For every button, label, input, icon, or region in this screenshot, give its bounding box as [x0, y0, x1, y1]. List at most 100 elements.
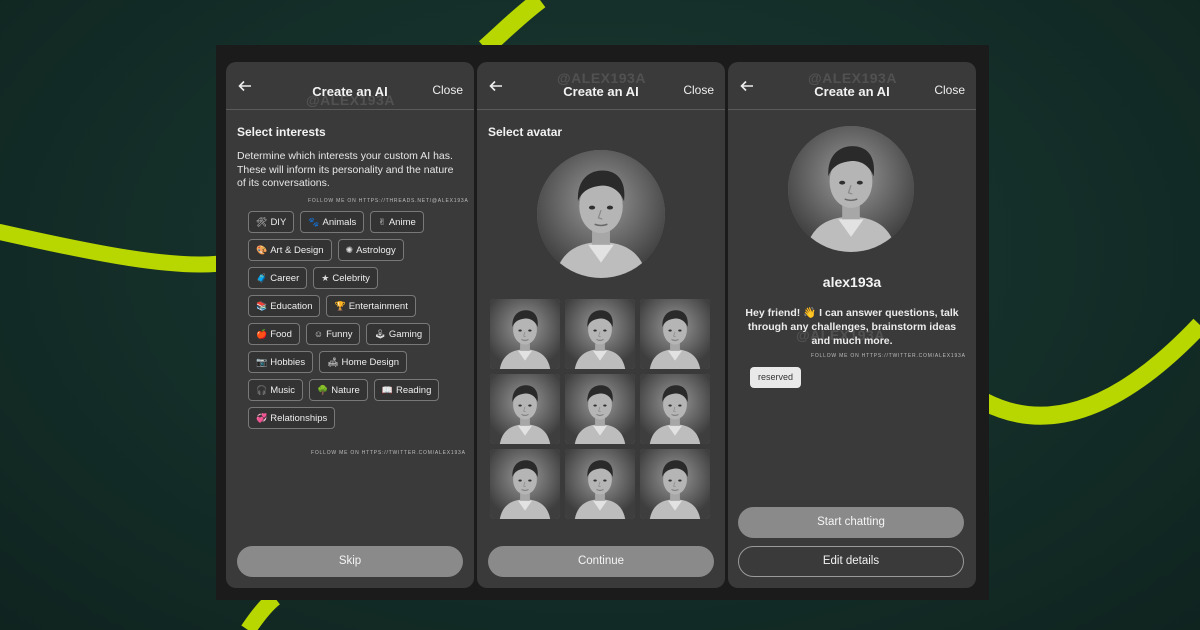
interest-chip[interactable]: 💞 Relationships: [248, 407, 336, 429]
selected-avatar: [537, 150, 665, 278]
interest-icon: 🛠: [256, 216, 268, 227]
follow-note-bottom: FOLLOW ME ON HTTPS://TWITTER.COM/ALEX193…: [311, 450, 466, 456]
interest-chip[interactable]: ☺ Funny: [305, 323, 361, 345]
interest-label: Education: [270, 300, 313, 312]
interest-icon: 🕹: [374, 328, 386, 339]
interest-icon: 🎧: [256, 384, 268, 395]
interest-chip[interactable]: 🎨 Art & Design: [248, 239, 332, 261]
interest-label: Gaming: [388, 328, 423, 340]
interest-chip[interactable]: 📖 Reading: [373, 379, 440, 401]
section-title: Select avatar: [488, 125, 563, 139]
interest-chip[interactable]: 📷 Hobbies: [248, 351, 314, 373]
interest-chip[interactable]: 🧳 Career: [248, 267, 308, 289]
interest-label: Astrology: [356, 244, 396, 256]
close-button[interactable]: Close: [934, 83, 965, 97]
screen-ai-profile: Create an AI Close @ALEX193A alex193a He…: [728, 62, 976, 588]
interest-label: Home Design: [341, 356, 400, 368]
interest-icon: 💞: [256, 412, 268, 423]
interest-label: Career: [270, 272, 300, 284]
interest-label: Art & Design: [270, 244, 324, 256]
avatar-image: [565, 449, 635, 519]
chip-row: 🛠 DIY 🐾 Animals ✌ Anime: [248, 211, 463, 233]
edit-details-button[interactable]: Edit details: [738, 546, 964, 577]
close-button[interactable]: Close: [432, 83, 463, 97]
follow-note: FOLLOW ME ON HTTPS://THREADS.NET/@ALEX19…: [308, 198, 469, 204]
avatar-option[interactable]: [565, 374, 635, 444]
skip-button[interactable]: Skip: [237, 546, 463, 577]
interest-icon: 📷: [256, 356, 268, 367]
avatar-image: [490, 299, 560, 369]
avatar-grid: [490, 299, 712, 519]
watermark: @ALEX193A: [557, 70, 646, 86]
avatar-option[interactable]: [490, 374, 560, 444]
interest-chip[interactable]: 📚 Education: [248, 295, 321, 317]
interest-label: Anime: [388, 216, 416, 228]
interest-icon: ✌: [378, 216, 386, 227]
interest-icon: 🎨: [256, 244, 268, 255]
interest-icon: 📚: [256, 300, 268, 311]
profile-name: alex193a: [822, 274, 882, 290]
avatar-option[interactable]: [640, 449, 710, 519]
continue-button[interactable]: Continue: [488, 546, 714, 577]
chip-row: 🎧 Music 🌳 Nature 📖 Reading: [248, 379, 463, 401]
interest-icon: 📖: [381, 384, 393, 395]
watermark: @ALEX193A: [796, 327, 885, 343]
avatar-image: [640, 299, 710, 369]
interest-icon: ✺: [345, 244, 354, 255]
chip-row: 💞 Relationships: [248, 407, 463, 429]
status-badge: reserved: [750, 367, 802, 388]
chip-row: 🧳 Career ★ Celebrity: [248, 267, 463, 289]
interest-label: Animals: [322, 216, 357, 228]
avatar-option[interactable]: [640, 374, 710, 444]
section-title: Select interests: [237, 125, 326, 139]
interest-chip[interactable]: 🛋 Home Design: [319, 351, 408, 373]
avatar-option[interactable]: [565, 299, 635, 369]
interest-chip[interactable]: 🏆 Entertainment: [326, 295, 416, 317]
interest-label: Hobbies: [270, 356, 306, 368]
profile-avatar: [788, 126, 914, 252]
watermark: @ALEX193A: [808, 70, 897, 86]
interest-label: Reading: [395, 384, 432, 396]
interest-label: Food: [270, 328, 292, 340]
avatar-option[interactable]: [640, 299, 710, 369]
interest-icon: 🛋: [327, 356, 339, 367]
avatar-option[interactable]: [490, 299, 560, 369]
watermark: @ALEX193A: [306, 92, 395, 108]
interest-chip[interactable]: 🎧 Music: [248, 379, 304, 401]
interest-chip[interactable]: 🛠 DIY: [248, 211, 295, 233]
interest-label: DIY: [270, 216, 287, 228]
chip-row: 🎨 Art & Design ✺ Astrology: [248, 239, 463, 261]
avatar-image: [640, 374, 710, 444]
chip-row: 📚 Education 🏆 Entertainment: [248, 295, 463, 317]
interest-icon: ★: [321, 272, 330, 283]
close-button[interactable]: Close: [683, 83, 714, 97]
interest-chip[interactable]: 🐾 Animals: [300, 211, 365, 233]
interest-label: Nature: [331, 384, 360, 396]
interest-icon: 🏆: [334, 300, 346, 311]
interest-label: Relationships: [270, 412, 328, 424]
avatar-image: [490, 374, 560, 444]
screen-select-interests: Create an AI Close @ALEX193A Select inte…: [226, 62, 474, 588]
interest-label: Celebrity: [332, 272, 370, 284]
avatar-image: [490, 449, 560, 519]
interest-label: Funny: [326, 328, 353, 340]
interest-chip[interactable]: 🕹 Gaming: [366, 323, 431, 345]
screen-select-avatar: Create an AI Close @ALEX193A Select avat…: [477, 62, 725, 588]
interest-chip[interactable]: 🌳 Nature: [309, 379, 368, 401]
start-chatting-button[interactable]: Start chatting: [738, 507, 964, 538]
follow-note: FOLLOW ME ON HTTPS://TWITTER.COM/ALEX193…: [811, 353, 966, 359]
interest-label: Music: [270, 384, 296, 396]
interest-chip[interactable]: ★ Celebrity: [313, 267, 378, 289]
interest-icon: 🧳: [256, 272, 268, 283]
avatar-image: [565, 374, 635, 444]
interest-icon: 🍎: [256, 328, 268, 339]
interest-icon: 🌳: [317, 384, 329, 395]
interest-chip[interactable]: 🍎 Food: [248, 323, 300, 345]
interest-chip[interactable]: ✌ Anime: [370, 211, 424, 233]
avatar-option[interactable]: [565, 449, 635, 519]
interests-chip-list: 🛠 DIY 🐾 Animals ✌ Anime 🎨 Art & Design ✺ Astrolog…: [248, 211, 463, 435]
avatar-option[interactable]: [490, 449, 560, 519]
interest-chip[interactable]: ✺ Astrology: [337, 239, 404, 261]
avatar-image: [565, 299, 635, 369]
interest-icon: 🐾: [308, 216, 320, 227]
